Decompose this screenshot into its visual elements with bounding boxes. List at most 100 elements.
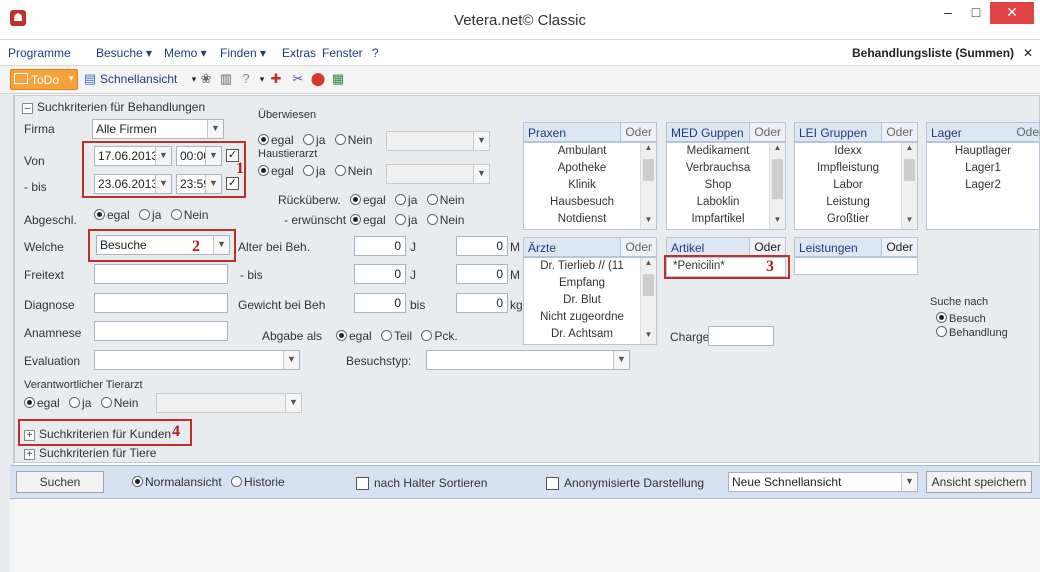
list-item[interactable]: Apotheke <box>524 160 656 177</box>
evaluation-select[interactable]: ▼ <box>94 350 300 370</box>
book-icon[interactable]: ▥ <box>218 71 234 87</box>
list-item[interactable]: Lager1 <box>927 160 1039 177</box>
menu-finden[interactable]: Finden ▾ <box>220 46 266 60</box>
abgabe-teil[interactable]: Teil <box>381 329 412 343</box>
historie-radio[interactable]: Historie <box>231 475 285 489</box>
haustierarzt-egal[interactable]: egal <box>258 164 294 178</box>
lager-list[interactable]: Hauptlager Lager1 Lager2 <box>926 142 1040 230</box>
rueckueberw-nein[interactable]: Nein <box>426 193 464 207</box>
section-tiere[interactable]: + Suchkriterien für Tiere <box>24 446 156 460</box>
rueckueberw-egal[interactable]: egal <box>350 193 386 207</box>
close-button[interactable]: ✕ <box>990 2 1034 24</box>
scroll-down-icon[interactable]: ▼ <box>641 215 656 229</box>
halter-checkbox[interactable] <box>356 477 369 490</box>
firma-select[interactable]: Alle Firmen ▼ <box>92 119 224 139</box>
list-item[interactable]: Verbrauchsa <box>667 160 785 177</box>
praxen-oder-button[interactable]: Oder <box>620 123 656 141</box>
suche-nach-behandlung[interactable]: Behandlung <box>936 326 1008 339</box>
erwuenscht-ja[interactable]: ja <box>395 213 417 227</box>
med-oder-button[interactable]: Oder <box>749 123 785 141</box>
haustierarzt-nein[interactable]: Nein <box>334 164 372 178</box>
diagnose-input[interactable] <box>94 293 228 313</box>
verantw-ja[interactable]: ja <box>69 396 91 410</box>
verantw-nein[interactable]: Nein <box>100 396 138 410</box>
list-item[interactable]: Großtier <box>795 211 917 228</box>
list-item[interactable]: Shop <box>667 177 785 194</box>
suchen-button[interactable]: Suchen <box>16 471 104 493</box>
leistungen-list[interactable] <box>794 257 918 275</box>
erwuenscht-nein[interactable]: Nein <box>426 213 464 227</box>
lei-scrollbar[interactable]: ▲ ▼ <box>901 143 917 229</box>
ueberwiesen-egal[interactable]: egal <box>258 133 294 147</box>
aerzte-oder-button[interactable]: Oder <box>620 238 656 256</box>
bis-j-input[interactable]: 0 <box>354 264 406 284</box>
list-item[interactable]: Notdienst <box>524 211 656 228</box>
list-item[interactable]: Leistung <box>795 194 917 211</box>
list-item[interactable]: Laboklin <box>667 194 785 211</box>
list-item[interactable]: Hausbesuch <box>524 194 656 211</box>
schnellansicht-select[interactable]: Neue Schnellansicht ▼ <box>728 472 918 492</box>
gewicht-von-input[interactable]: 0 <box>354 293 406 313</box>
list-item[interactable]: Idexx <box>795 143 917 160</box>
todo-button[interactable]: ToDo ▾ <box>10 69 78 90</box>
artikel-oder-button[interactable]: Oder <box>749 238 785 256</box>
alter-m-input[interactable]: 0 <box>456 236 508 256</box>
lei-oder-button[interactable]: Oder <box>881 123 917 141</box>
ansicht-speichern-button[interactable]: Ansicht speichern <box>926 471 1032 493</box>
haustierarzt-ja[interactable]: ja <box>303 164 325 178</box>
menu-fenster[interactable]: Fenster <box>322 46 363 60</box>
abgeschl-nein[interactable]: Nein <box>170 208 208 222</box>
list-item[interactable]: Hauptlager <box>927 143 1039 160</box>
stop-icon[interactable]: ⬤ <box>310 71 326 87</box>
collapse-icon[interactable]: – <box>22 103 33 114</box>
tools-icon[interactable]: ✂ <box>290 71 306 87</box>
charge-input[interactable] <box>708 326 774 346</box>
menu-programme[interactable]: Programme <box>8 46 71 60</box>
list-item[interactable]: Empfang <box>524 275 656 292</box>
erwuenscht-egal[interactable]: egal <box>350 213 386 227</box>
list-item[interactable]: Lager2 <box>927 177 1039 194</box>
maximize-button[interactable]: □ <box>962 2 990 24</box>
section-behandlungen[interactable]: – Suchkriterien für Behandlungen <box>22 100 205 114</box>
menu-help[interactable]: ? <box>372 46 379 60</box>
freitext-input[interactable] <box>94 264 228 284</box>
haustierarzt-select[interactable]: ▼ <box>386 164 490 184</box>
list-item[interactable]: Impfleistung <box>795 160 917 177</box>
normalansicht-radio[interactable]: Normalansicht <box>132 475 222 489</box>
scroll-up-icon[interactable]: ▲ <box>641 143 656 157</box>
verantw-select[interactable]: ▼ <box>156 393 302 413</box>
abgabe-egal[interactable]: egal <box>336 329 372 343</box>
aerzte-list[interactable]: Dr. Tierlieb // (11 Empfang Dr. Blut Nic… <box>523 257 657 345</box>
list-item[interactable]: Dr. Blut <box>524 292 656 309</box>
abgeschl-egal[interactable]: egal <box>94 208 130 222</box>
list-item[interactable]: Dr. Tierlieb // (11 <box>524 258 656 275</box>
excel-icon[interactable]: ▦ <box>330 71 346 87</box>
list-item[interactable]: Ambulant <box>524 143 656 160</box>
scroll-up-icon[interactable]: ▲ <box>770 143 785 157</box>
abgabe-pck[interactable]: Pck. <box>421 329 458 343</box>
praxen-scrollbar[interactable]: ▲ ▼ <box>640 143 656 229</box>
schnellansicht-button[interactable]: Schnellansicht <box>100 72 177 86</box>
lei-list[interactable]: Idexx Impfleistung Labor Leistung Großti… <box>794 142 918 230</box>
paw-icon[interactable]: ❀ <box>198 71 214 87</box>
bis-m-input[interactable]: 0 <box>456 264 508 284</box>
list-item[interactable]: Impfartikel <box>667 211 785 228</box>
praxen-list[interactable]: Ambulant Apotheke Klinik Hausbesuch Notd… <box>523 142 657 230</box>
list-item[interactable]: Medikament <box>667 143 785 160</box>
verantw-egal[interactable]: egal <box>24 396 60 410</box>
expand-icon[interactable]: + <box>24 449 35 460</box>
scroll-down-icon[interactable]: ▼ <box>770 215 785 229</box>
leistungen-oder-button[interactable]: Oder <box>881 238 917 256</box>
lager-oder-button[interactable]: Oder <box>1012 123 1040 141</box>
gewicht-bis-input[interactable]: 0 <box>456 293 508 313</box>
suche-nach-besuch[interactable]: Besuch <box>936 312 986 325</box>
scroll-up-icon[interactable]: ▲ <box>641 258 656 272</box>
scroll-up-icon[interactable]: ▲ <box>902 143 917 157</box>
ueberwiesen-ja[interactable]: ja <box>303 133 325 147</box>
list-item[interactable]: Dr. Achtsam <box>524 326 656 343</box>
rueckueberw-ja[interactable]: ja <box>395 193 417 207</box>
help-icon[interactable]: ? <box>238 71 254 87</box>
scroll-down-icon[interactable]: ▼ <box>641 330 656 344</box>
menu-extras[interactable]: Extras <box>282 46 316 60</box>
anamnese-input[interactable] <box>94 321 228 341</box>
